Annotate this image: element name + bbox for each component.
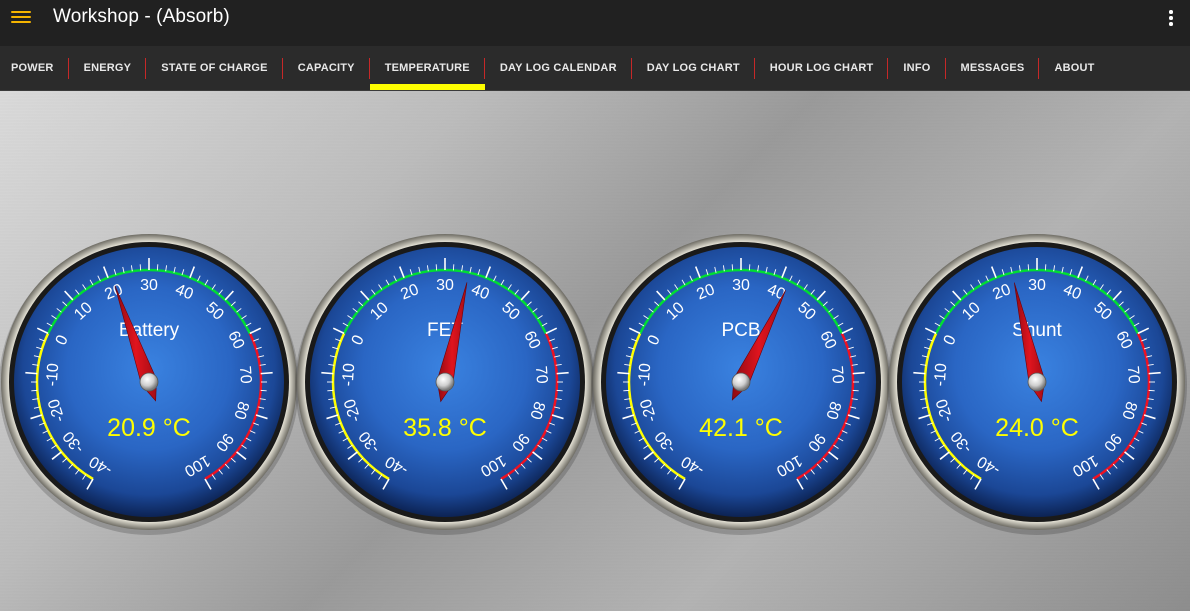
active-tab-indicator — [369, 84, 485, 90]
tab-info[interactable]: INFO — [888, 46, 946, 90]
gauge-major-tick — [321, 371, 334, 375]
tab-about[interactable]: ABOUT — [1039, 46, 1109, 90]
tab-label: POWER — [11, 62, 54, 74]
gauge-fet: -40-30-20-1001020 30 405060708090100FET35.… — [295, 234, 595, 535]
tab-label: DAY LOG CHART — [646, 62, 740, 74]
gauge-hub — [1027, 372, 1047, 392]
gauge-major-tick — [260, 371, 273, 375]
gauge-hub — [435, 372, 455, 392]
gauge-value: 24.0 °C — [995, 414, 1079, 442]
gauge-tick-label: 70 — [1124, 365, 1142, 384]
tab-label: HOUR LOG CHART — [769, 62, 874, 74]
tab-day-log-chart[interactable]: DAY LOG CHART — [632, 46, 755, 90]
gauge-tick-label: 70 — [828, 365, 846, 384]
tab-capacity[interactable]: CAPACITY — [283, 46, 370, 90]
gauge-tick-label: -10 — [932, 363, 951, 387]
gauge-major-tick — [556, 371, 569, 375]
gauge-major-tick — [913, 371, 926, 375]
gauge-tick-label: 70 — [532, 365, 550, 384]
gauge-panel: -40-30-20-1001020 30 405060708090100Batter… — [0, 234, 1187, 535]
gauge-hub — [139, 372, 159, 392]
gauge-pcb: -40-30-20-1001020 30 405060708090100PCB42.… — [591, 234, 891, 535]
gauge-value: 20.9 °C — [107, 414, 191, 442]
tab-label: DAY LOG CALENDAR — [499, 62, 617, 74]
gauge-tick-label: -10 — [636, 363, 655, 387]
gauge-tick-label: -10 — [340, 363, 359, 387]
gauge-value: 35.8 °C — [403, 414, 487, 442]
tab-state-of-charge[interactable]: STATE OF CHARGE — [146, 46, 283, 90]
tab-day-log-calendar[interactable]: DAY LOG CALENDAR — [485, 46, 632, 90]
tab-bar: POWER ENERGY STATE OF CHARGE CAPACITY TEMPER… — [0, 46, 1190, 91]
app-bar: Workshop - (Absorb) — [0, 0, 1190, 46]
gauge-label: PCB — [721, 320, 760, 341]
gauge-label: Shunt — [1012, 320, 1062, 341]
tab-label: ABOUT — [1054, 62, 1095, 74]
tab-label: TEMPERATURE — [384, 62, 470, 74]
tab-label: CAPACITY — [297, 62, 355, 74]
gauge-shunt: -40-30-20-1001020 30 405060708090100Shunt2… — [887, 234, 1187, 535]
tab-temperature[interactable]: TEMPERATURE — [369, 46, 485, 90]
gauge-major-tick — [1148, 371, 1161, 375]
gauge-tick-label: 30 — [436, 277, 454, 294]
tab-power[interactable]: POWER — [0, 46, 69, 90]
tab-energy[interactable]: ENERGY — [69, 46, 147, 90]
tab-list: POWER ENERGY STATE OF CHARGE CAPACITY TEMPER… — [0, 46, 1110, 90]
hamburger-menu-icon[interactable] — [9, 6, 35, 28]
tab-hour-log-chart[interactable]: HOUR LOG CHART — [755, 46, 889, 90]
gauge-major-tick — [852, 371, 865, 375]
gauge-tick-label: 70 — [236, 365, 254, 384]
gauge-tick-label: -10 — [44, 363, 63, 387]
gauge-tick-label: 30 — [732, 277, 750, 294]
more-vert-icon[interactable] — [1162, 8, 1178, 28]
tab-label: ENERGY — [83, 62, 132, 74]
gauge-major-tick — [25, 371, 38, 375]
tab-label: MESSAGES — [960, 62, 1025, 74]
tab-label: INFO — [903, 62, 931, 74]
gauge-battery: -40-30-20-1001020 30 405060708090100Batter… — [0, 234, 299, 535]
app-title: Workshop - (Absorb) — [53, 6, 230, 27]
gauge-tick-label: 30 — [140, 277, 158, 294]
tab-label: STATE OF CHARGE — [161, 62, 268, 74]
gauge-major-tick — [617, 371, 630, 375]
gauge-tick-label: 30 — [1028, 277, 1046, 294]
gauge-value: 42.1 °C — [699, 414, 783, 442]
gauge-hub — [731, 372, 751, 392]
tab-messages[interactable]: MESSAGES — [946, 46, 1040, 90]
